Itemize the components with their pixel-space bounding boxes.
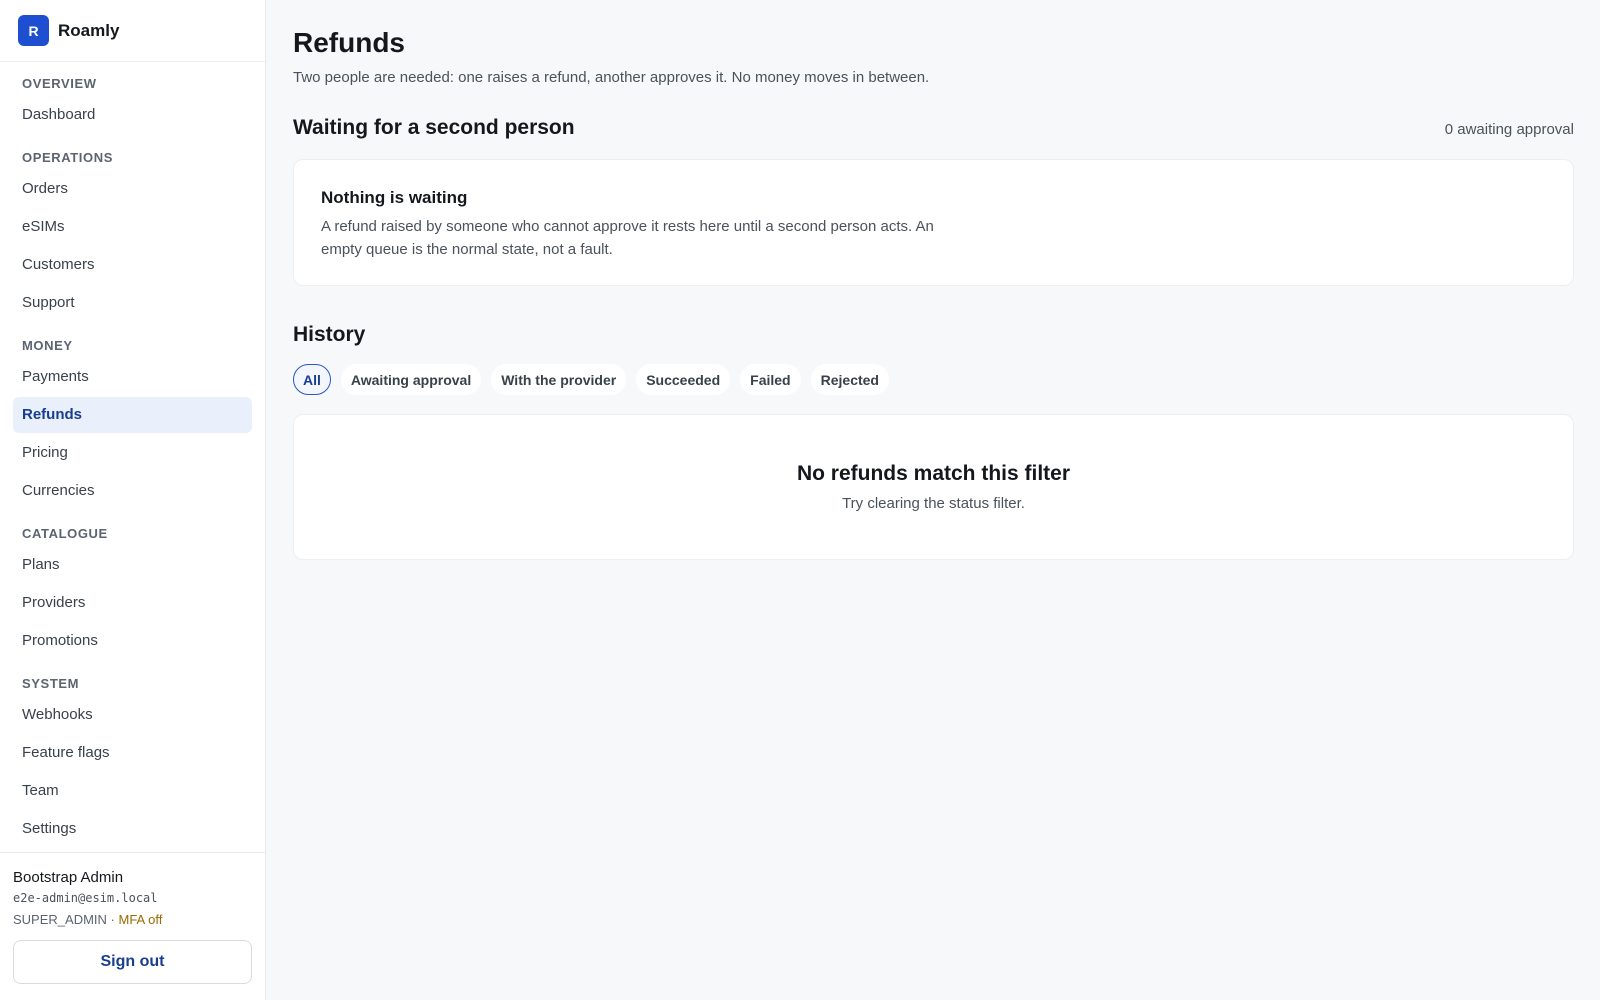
user-panel: Bootstrap Admin e2e-admin@esim.local SUP… — [0, 852, 265, 1000]
waiting-empty-title: Nothing is waiting — [321, 188, 468, 207]
user-email: e2e-admin@esim.local — [13, 891, 158, 905]
mfa-status: MFA off — [118, 912, 163, 927]
sidebar-item-team[interactable]: Team — [13, 773, 252, 809]
filter-chip-succeeded[interactable]: Succeeded — [636, 364, 731, 395]
nav-section-system: SYSTEM — [22, 676, 80, 691]
brand[interactable]: R Roamly — [0, 0, 265, 62]
history-empty-card: No refunds match this filter Try clearin… — [293, 414, 1574, 560]
sidebar-item-plans[interactable]: Plans — [13, 547, 252, 583]
sidebar-item-esims[interactable]: eSIMs — [13, 209, 252, 245]
nav-section-money: MONEY — [22, 338, 73, 353]
nav-section-catalogue: CATALOGUE — [22, 526, 108, 541]
sidebar: R Roamly OVERVIEW Dashboard OPERATIONS O… — [0, 0, 266, 1000]
sidebar-item-promotions[interactable]: Promotions — [13, 623, 252, 659]
nav-section-operations: OPERATIONS — [22, 150, 113, 165]
sidebar-item-customers[interactable]: Customers — [13, 247, 252, 283]
history-section-title: History — [293, 323, 366, 346]
waiting-empty-card: Nothing is waiting A refund raised by so… — [293, 159, 1574, 286]
history-empty-title: No refunds match this filter — [796, 462, 1071, 485]
sidebar-item-support[interactable]: Support — [13, 285, 252, 321]
brand-logo: R — [18, 15, 49, 46]
user-role: SUPER_ADMIN — [13, 912, 107, 927]
filter-chip-awaiting-approval[interactable]: Awaiting approval — [340, 364, 482, 395]
role-separator: · — [106, 912, 119, 927]
nav-section-overview: OVERVIEW — [22, 76, 97, 91]
sidebar-item-currencies[interactable]: Currencies — [13, 473, 252, 509]
brand-name: Roamly — [58, 20, 120, 40]
sign-out-button[interactable]: Sign out — [13, 940, 252, 984]
sidebar-item-dashboard[interactable]: Dashboard — [13, 97, 252, 133]
sidebar-item-payments[interactable]: Payments — [13, 359, 252, 395]
page-title: Refunds — [293, 27, 405, 58]
sidebar-item-providers[interactable]: Providers — [13, 585, 252, 621]
sidebar-nav: OVERVIEW Dashboard OPERATIONS Orders eSI… — [0, 62, 265, 852]
waiting-empty-body: A refund raised by someone who cannot ap… — [321, 218, 934, 258]
status-filter-chips: All Awaiting approval With the provider … — [293, 364, 889, 395]
user-name: Bootstrap Admin — [13, 869, 124, 886]
waiting-section-header: Waiting for a second person 0 awaiting a… — [293, 116, 1574, 140]
filter-chip-rejected[interactable]: Rejected — [810, 364, 889, 395]
history-empty-body: Try clearing the status filter. — [842, 495, 1025, 512]
waiting-section-title: Waiting for a second person — [293, 116, 575, 139]
filter-chip-with-the-provider[interactable]: With the provider — [491, 364, 627, 395]
sidebar-item-pricing[interactable]: Pricing — [13, 435, 252, 471]
awaiting-approval-count: 0 awaiting approval — [1444, 121, 1574, 138]
sidebar-item-webhooks[interactable]: Webhooks — [13, 697, 252, 733]
sidebar-item-settings[interactable]: Settings — [13, 811, 252, 847]
sidebar-item-orders[interactable]: Orders — [13, 171, 252, 207]
sidebar-item-feature-flags[interactable]: Feature flags — [13, 735, 252, 771]
filter-chip-failed[interactable]: Failed — [740, 364, 801, 395]
filter-chip-all[interactable]: All — [293, 364, 331, 395]
page-subtitle: Two people are needed: one raises a refu… — [293, 69, 930, 86]
sidebar-item-refunds[interactable]: Refunds — [13, 397, 252, 433]
user-role-line: SUPER_ADMIN · MFA off — [13, 912, 252, 930]
